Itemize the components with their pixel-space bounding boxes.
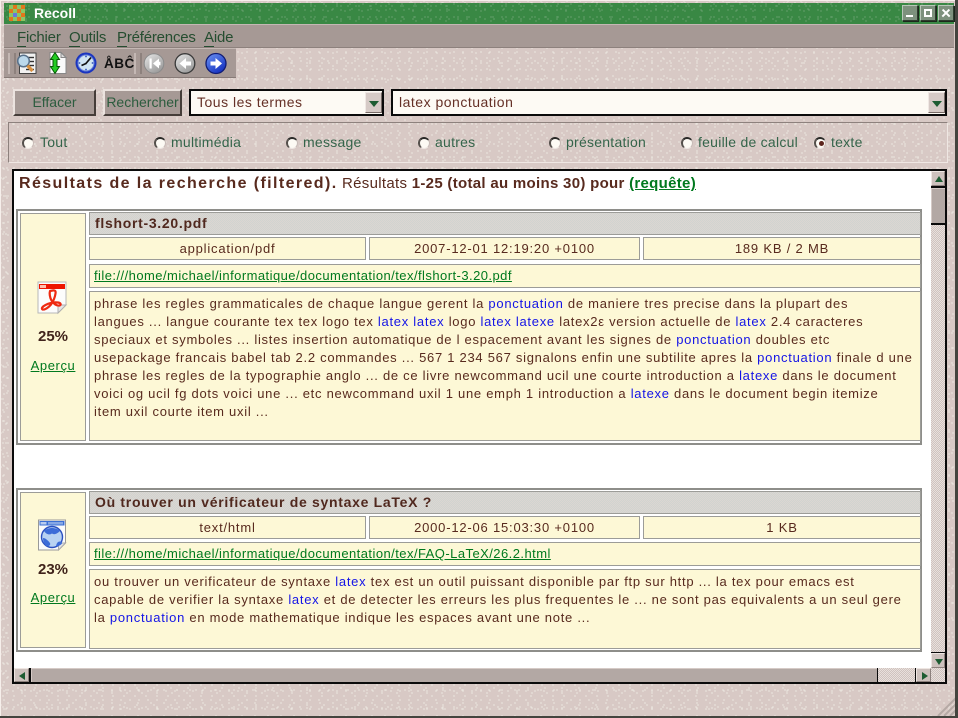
svg-text:ÅBĈ: ÅBĈ xyxy=(104,56,135,71)
